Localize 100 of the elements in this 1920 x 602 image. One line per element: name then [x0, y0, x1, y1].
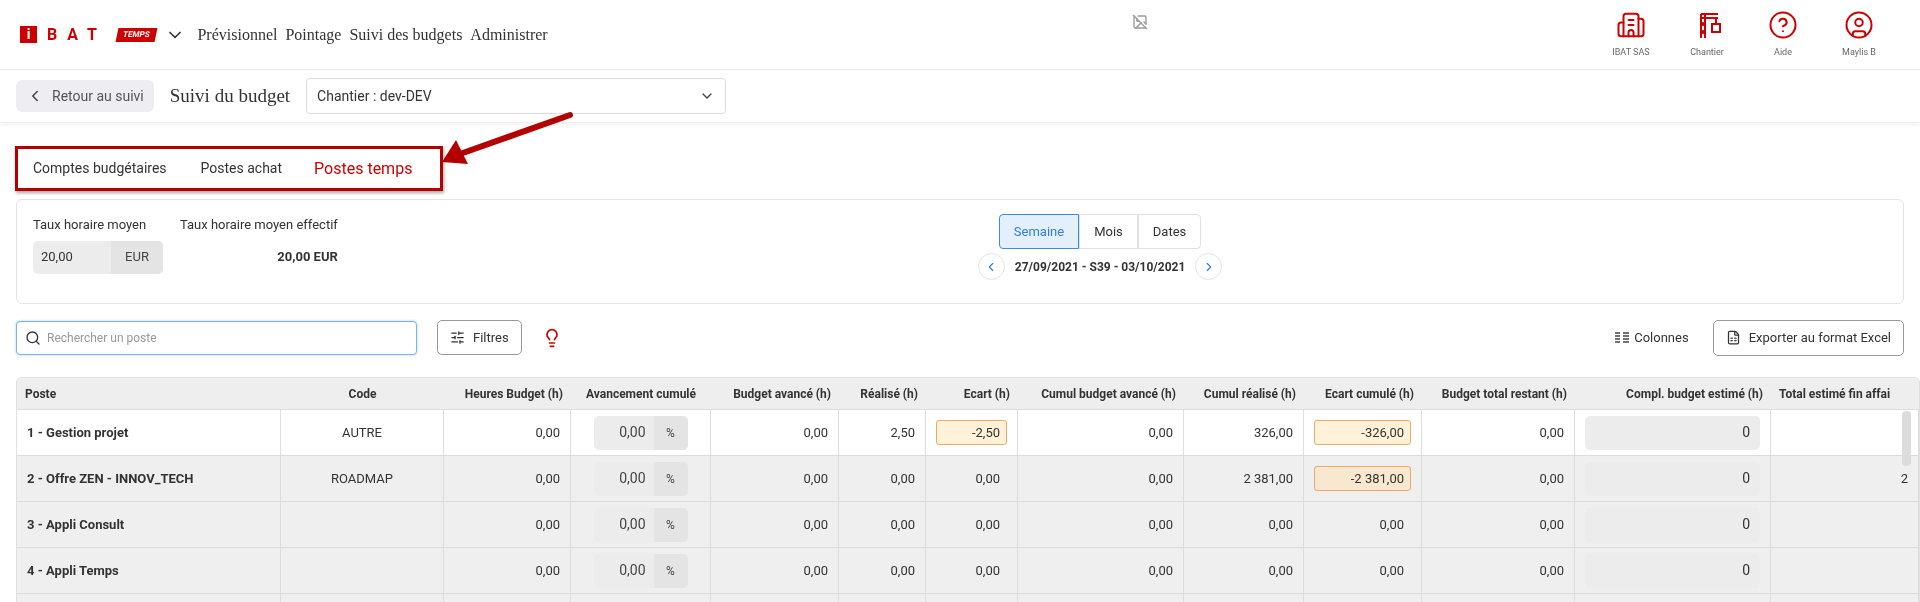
column-header: Ecart cumulé (h)	[1325, 385, 1414, 403]
period-toggle[interactable]: Semaine	[998, 214, 1080, 249]
table-cell-text: 0,00	[889, 561, 915, 580]
deviation-value: -326,00	[1314, 419, 1411, 446]
column-header: Compl. budget estimé (h)	[1626, 385, 1763, 403]
code-text: AUTRE	[341, 423, 383, 442]
deviation-value: 0,00	[974, 515, 1001, 534]
period-toggle[interactable]: Mois	[1079, 214, 1138, 249]
table-row[interactable]: 4 - Appli Temps 0,00 0,00 % 0,00 0,00 0,00 0,00 0,00 0,00 0,00 0	[17, 548, 1919, 594]
period-toggle[interactable]: Dates	[1137, 214, 1202, 249]
percent-input[interactable]: 0,00 %	[593, 415, 688, 450]
tab[interactable]: Postes achat	[200, 158, 283, 179]
table-cell-text: 2 381,00	[1242, 469, 1293, 488]
page-title: Suivi du budget	[169, 83, 291, 108]
table-cell-text: 0,00	[1267, 561, 1293, 580]
column-header: Avancement cumulé	[586, 385, 696, 403]
poste-name: 4 - Appli Temps	[27, 561, 119, 580]
column-header: Code	[348, 385, 377, 403]
table-cell-text: 0,00	[802, 423, 828, 442]
table-cell-text: 0,00	[889, 469, 915, 488]
table-cell-text: 0,00	[802, 515, 828, 534]
column-header: Ecart (h)	[963, 385, 1010, 403]
table-cell-text: 0,00	[534, 561, 560, 580]
column-header: Cumul budget avancé (h)	[1041, 385, 1176, 403]
column-header: Cumul réalisé (h)	[1203, 385, 1296, 403]
percent-unit: %	[653, 553, 688, 588]
deviation-value: 0,00	[974, 469, 1001, 488]
table-cell-text: 0,00	[1267, 515, 1293, 534]
rate-input[interactable]: 20,00 EUR	[33, 240, 163, 274]
rate-label: Taux horaire moyen	[33, 216, 148, 234]
header-action[interactable]: Maylis B	[1830, 9, 1888, 60]
column-header: Budget total restant (h)	[1441, 385, 1567, 403]
table-cell-text: 0,00	[889, 515, 915, 534]
nav-link[interactable]: Prévisionnel	[197, 22, 278, 47]
search-field[interactable]: Rechercher un poste	[16, 320, 417, 355]
sliders-icon	[450, 330, 465, 345]
table-cell-text: 0,00	[1147, 423, 1173, 442]
effective-rate-value: 20,00 EUR	[277, 247, 338, 266]
table-cell-text: 326,00	[1252, 423, 1293, 442]
table-cell-text: 0,00	[1147, 469, 1173, 488]
tab[interactable]: Comptes budgétaires	[33, 158, 167, 179]
tab[interactable]: Postes temps	[314, 156, 413, 181]
table-cell-text: 0,00	[1147, 515, 1173, 534]
column-header: Total estimé fin affai	[1779, 385, 1891, 403]
help-icon	[1768, 9, 1798, 40]
table-cell-text: 2,50	[889, 423, 915, 442]
back-button[interactable]: Retour au suivi	[16, 80, 154, 112]
logo-mark: i	[20, 26, 37, 43]
percent-value: 0,00	[618, 423, 647, 442]
table-cell-text: 0,00	[1147, 561, 1173, 580]
table-row[interactable]: 3 - Appli Consult 0,00 0,00 % 0,00 0,00 0,00 0,00 0,00 0,00 0,00 0	[17, 502, 1919, 548]
percent-unit: %	[653, 415, 688, 450]
table-cell-text: 0,00	[534, 515, 560, 534]
date-range: 27/09/2021 - S39 - 03/10/2021	[1014, 258, 1186, 276]
export-button[interactable]: Exporter au format Excel	[1712, 319, 1904, 356]
effective-rate-label: Taux horaire moyen effectif	[180, 216, 338, 234]
site-select[interactable]: Chantier : dev-DEV	[306, 78, 727, 114]
poste-name: 3 - Appli Consult	[27, 515, 125, 534]
table-cell-text: 0,00	[1538, 561, 1564, 580]
table-cell-text: 0,00	[802, 561, 828, 580]
nav-link[interactable]: Pointage	[285, 22, 342, 47]
header-action[interactable]: Aide	[1754, 9, 1812, 60]
column-header: Budget avancé (h)	[733, 385, 831, 403]
deviation-value: 0,00	[974, 561, 1001, 580]
user-icon	[1844, 9, 1874, 40]
header-action[interactable]: IBAT SAS	[1602, 9, 1660, 60]
column-header: Réalisé (h)	[860, 385, 918, 403]
code-text: ROADMAP	[330, 469, 394, 488]
table-cell-text: 0,00	[802, 469, 828, 488]
table-cell-text: 0,00	[534, 469, 560, 488]
percent-unit: %	[653, 507, 688, 542]
filters-button[interactable]: Filtres	[437, 320, 522, 355]
logo-tag: TEMPS	[115, 27, 157, 42]
search-icon	[25, 329, 41, 346]
columns-button[interactable]: Colonnes	[1615, 327, 1689, 348]
columns-icon	[1615, 331, 1630, 344]
poste-name: 1 - Gestion projet	[27, 423, 129, 442]
percent-value: 0,00	[618, 469, 647, 488]
table-row[interactable]: 1 - Gestion projet AUTRE 0,00 0,00 % 0,00 2,50 -2,50 0,00 326,00 -326,00 0,00 0	[17, 410, 1919, 456]
nav-link[interactable]: Administrer	[470, 22, 548, 47]
header-action[interactable]: Chantier	[1678, 9, 1736, 60]
deviation-value: 0,00	[1378, 515, 1405, 534]
table-row[interactable]: 2 - Offre ZEN - INNOV_TECH ROADMAP 0,00 0,00 % 0,00 0,00 0,00 0,00 2 381,00 -2 381,00 0,00 0 2	[17, 456, 1919, 502]
table-cell-text: 0,00	[1538, 423, 1564, 442]
deviation-value: -2 381,00	[1314, 465, 1411, 492]
rate-unit: EUR	[111, 240, 163, 274]
table-cell-text: 0,00	[1538, 515, 1564, 534]
column-header: Poste	[25, 385, 57, 403]
poste-name: 2 - Offre ZEN - INNOV_TECH	[27, 469, 194, 488]
scrollbar[interactable]	[1902, 411, 1911, 466]
table-cell-text: 0,00	[534, 423, 560, 442]
percent-value: 0,00	[618, 561, 647, 580]
column-header: Heures Budget (h)	[464, 385, 563, 403]
percent-value: 0,00	[618, 515, 647, 534]
estimate-input[interactable]: 0	[1585, 415, 1760, 450]
nav-link[interactable]: Suivi des budgets	[349, 22, 463, 47]
table-cell-text: 0,00	[1538, 469, 1564, 488]
table-cell-text: 2	[1899, 469, 1908, 488]
broken-image-icon	[1131, 14, 1148, 30]
logo-text: BAT	[47, 23, 107, 46]
